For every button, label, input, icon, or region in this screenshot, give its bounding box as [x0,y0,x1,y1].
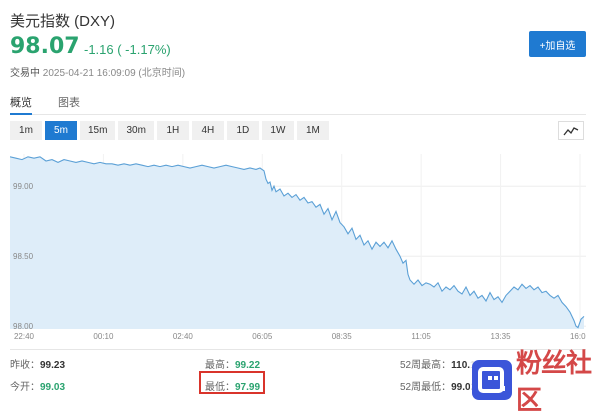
x-tick-label: 13:35 [491,332,512,340]
stats-divider [10,349,586,350]
y-tick-label: 98.00 [13,322,34,331]
current-price: 98.07 [10,34,80,59]
period-1mo[interactable]: 1M [296,121,329,140]
stat-open: 今开：99.03 [10,378,65,393]
y-tick-label: 98.50 [13,252,34,261]
period-1h[interactable]: 1H [156,121,189,140]
x-tick-label: 08:35 [332,332,353,340]
tab-chart[interactable]: 图表 [58,94,80,113]
price-chart[interactable]: 22:40 00:10 02:40 06:05 08:35 11:05 13:35 16:05… [10,148,586,340]
page-title: 美元指数 (DXY) [10,13,116,30]
period-15m[interactable]: 15m [80,121,116,140]
stat-52w-high: 52周最高：110.17 [400,356,481,371]
stat-label: 昨收： [10,360,40,371]
y-tick-label: 99.00 [13,182,34,191]
stat-label: 今开： [10,382,40,393]
x-tick-label: 06:05 [252,332,273,340]
stat-label: 52周最低： [400,382,452,393]
tab-overview[interactable]: 概览 [10,94,32,115]
fans-community-logo-icon [472,359,512,400]
stat-high: 最高：99.22 [205,356,260,371]
stat-value: 99.22 [235,360,261,371]
price-area [10,156,584,329]
chart-type-toggle[interactable] [558,121,584,140]
period-selector: 1m 5m 15m 30m 1H 4H 1D 1W 1M [10,121,329,140]
stat-value: 99.23 [40,360,66,371]
watermark: 粉丝社区 [470,349,600,416]
stat-52w-low: 52周最低：99.02 [400,378,476,393]
period-1d[interactable]: 1D [226,121,259,140]
stat-prev-close: 昨收：99.23 [10,356,65,371]
highlight-box [199,371,265,394]
timestamp: 2025-04-21 16:09:09 (北京时间) [42,68,186,79]
x-tick-label: 00:10 [93,332,114,340]
period-5m[interactable]: 5m [45,121,77,140]
x-tick-label: 22:40 [14,332,35,340]
stat-label: 52周最高： [400,360,452,371]
period-4h[interactable]: 4H [191,121,224,140]
main-tabs: 概览 图表 [10,94,586,115]
period-30m[interactable]: 30m [118,121,154,140]
x-tick-label: 02:40 [173,332,194,340]
x-tick-label: 16:05 [570,332,586,340]
period-1w[interactable]: 1W [261,121,294,140]
watermark-text: 粉丝社区 [516,348,592,416]
line-chart-icon [563,126,579,135]
x-tick-label: 11:05 [411,332,431,340]
trading-status: 交易中 2025-04-21 16:09:09 (北京时间) [10,64,185,79]
status-label: 交易中 [10,68,40,79]
add-watchlist-button[interactable]: +加自选 [529,31,586,57]
price-change: -1.16 ( -1.17%) [84,42,171,57]
stat-value: 99.03 [40,382,66,393]
stat-label: 最高： [205,360,235,371]
period-1m[interactable]: 1m [10,121,42,140]
